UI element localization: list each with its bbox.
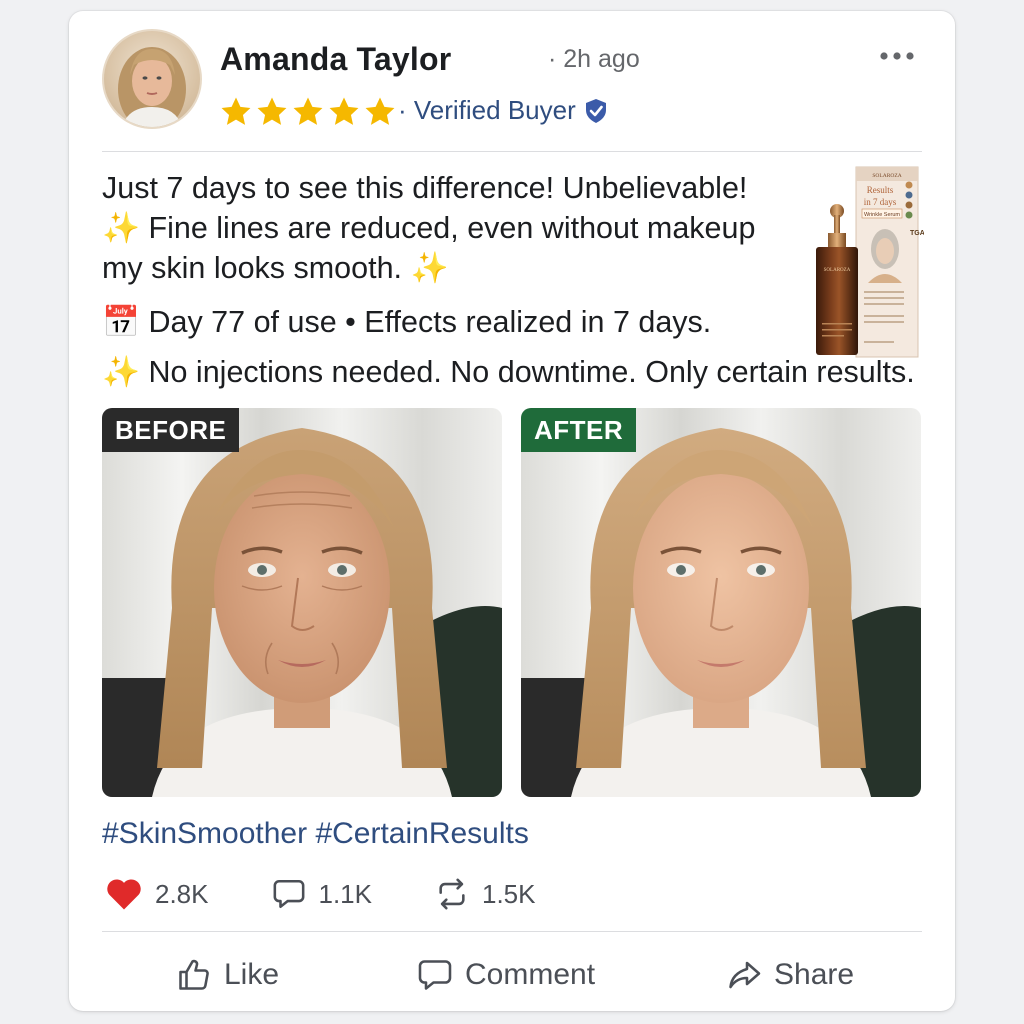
post-actions-bar: Like Comment Share: [69, 947, 955, 1003]
star-icon: [291, 95, 325, 129]
svg-text:in 7 days: in 7 days: [864, 197, 897, 207]
calendar-icon: 📅: [102, 305, 140, 339]
sparkles-icon: ✨: [102, 211, 140, 245]
repost-icon: [439, 878, 465, 910]
after-photo[interactable]: AFTER: [521, 408, 921, 797]
more-options-button[interactable]: [877, 41, 917, 71]
after-label: AFTER: [521, 408, 637, 452]
star-icon: [327, 95, 361, 129]
header-divider: [102, 151, 922, 152]
comment-button[interactable]: Comment: [417, 947, 595, 1003]
author-name[interactable]: Amanda Taylor: [220, 41, 451, 78]
more-dots-icon: [880, 52, 914, 60]
shares-count[interactable]: 1.5K: [434, 877, 536, 911]
engagement-stats: 2.8K 1.1K 1.5K: [105, 877, 598, 911]
product-image[interactable]: SOLAROZA Results in 7 days Wrinkle Serum…: [814, 163, 925, 363]
sparkles-icon: ✨: [102, 355, 140, 389]
star-rating: [219, 95, 397, 129]
post-text-line-1: Just 7 days to see this difference! Unbe…: [102, 171, 748, 205]
product-brand: SOLAROZA: [872, 173, 901, 179]
product-subtitle: Wrinkle Serum: [864, 212, 900, 218]
review-post-card: Amanda Taylor · 2h ago · Verified Buyer …: [69, 11, 955, 1011]
svg-text:TGA: TGA: [910, 230, 924, 237]
actions-divider: [102, 931, 922, 932]
star-icon: [255, 95, 289, 129]
before-photo[interactable]: BEFORE: [102, 408, 502, 797]
sparkles-icon: ✨: [410, 251, 449, 285]
svg-text:SOLAROZA: SOLAROZA: [824, 268, 851, 273]
svg-text:Results: Results: [867, 185, 894, 195]
share-arrow-icon: [729, 961, 761, 989]
share-button[interactable]: Share: [726, 947, 854, 1003]
heart-icon: [107, 879, 141, 910]
day-of-use-line: 📅 Day 77 of use • Effects realized in 7 …: [102, 305, 712, 339]
post-timestamp: · 2h ago: [548, 45, 640, 73]
verified-buyer-badge: · Verified Buyer: [398, 95, 608, 126]
hashtags[interactable]: #SkinSmoother #CertainResults: [102, 817, 529, 851]
shield-check-icon: [585, 98, 606, 123]
comment-bubble-icon: [273, 879, 304, 909]
before-label: BEFORE: [102, 408, 240, 452]
star-icon: [219, 95, 253, 129]
comments-count[interactable]: 1.1K: [271, 877, 372, 911]
author-avatar[interactable]: [102, 29, 202, 129]
post-text-line-2: ✨ Fine lines are reduced, even without m…: [102, 211, 756, 245]
verified-label: · Verified Buyer: [398, 95, 576, 125]
star-icon: [363, 95, 397, 129]
like-button[interactable]: Like: [176, 947, 279, 1003]
promise-line: ✨ No injections needed. No downtime. Onl…: [102, 355, 915, 389]
likes-count[interactable]: 2.8K: [105, 877, 209, 911]
comment-icon: [418, 960, 452, 990]
post-text-line-3: my skin looks smooth. ✨: [102, 251, 449, 285]
thumbs-up-icon: [179, 959, 209, 990]
